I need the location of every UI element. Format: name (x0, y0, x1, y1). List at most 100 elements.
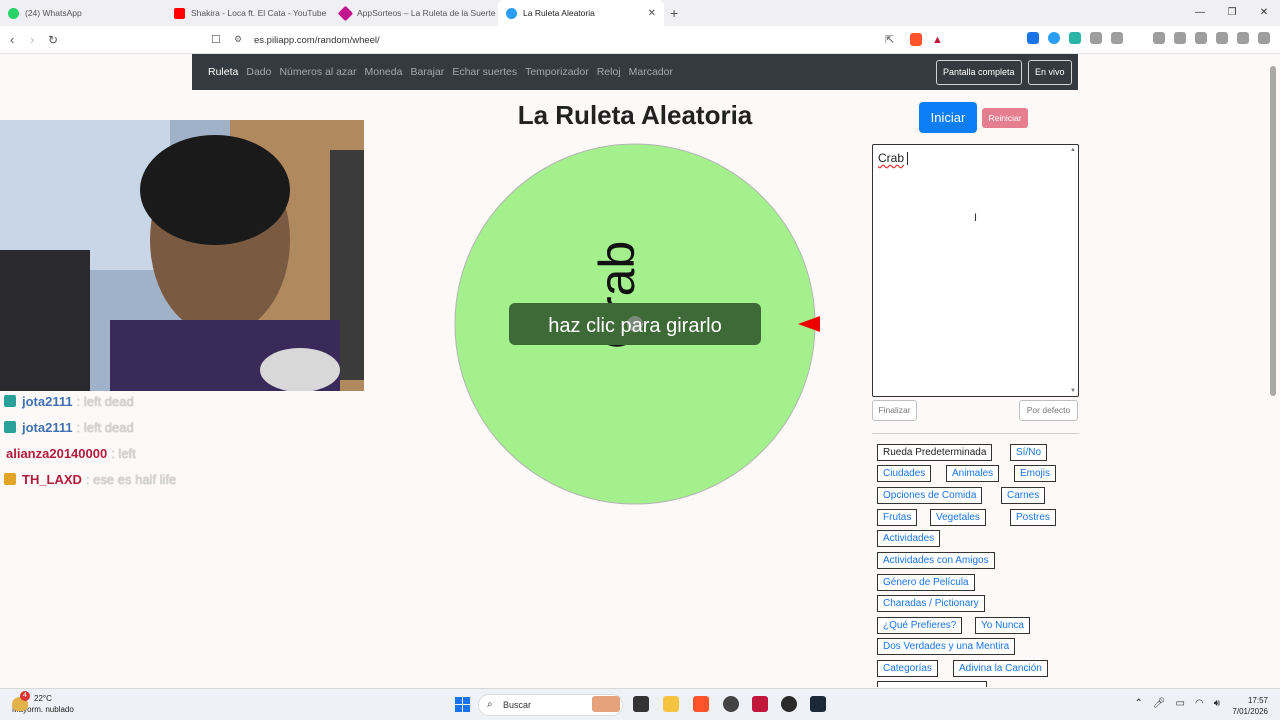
share-icon[interactable]: ⇱ (885, 32, 894, 48)
tab-youtube[interactable]: Shakira - Loca ft. El Cata - YouTube (166, 0, 332, 26)
preset-yo-nunca[interactable]: Yo Nunca (975, 617, 1030, 634)
display-icon[interactable]: ▭ (1176, 698, 1185, 709)
microphone-icon[interactable]: 🎤︎ (1153, 698, 1166, 709)
preset-actividades-con-amigos[interactable]: Actividades con Amigos (877, 552, 995, 569)
preset-si-no[interactable]: Sí/No (1010, 444, 1048, 461)
nav-temporizador[interactable]: Temporizador (525, 66, 589, 78)
forward-icon[interactable]: › (30, 32, 34, 48)
url-field[interactable]: ⚙ es.piliapp.com/random/wheel/ (232, 30, 952, 50)
extension-icon[interactable] (1027, 32, 1039, 44)
back-icon[interactable]: ‹ (10, 32, 14, 48)
nav-barajar[interactable]: Barajar (410, 66, 444, 78)
page-scrollbar[interactable] (1270, 58, 1276, 678)
tab-label: La Ruleta Aleatoria (523, 8, 595, 18)
close-tab-icon[interactable]: ✕ (648, 8, 656, 19)
start-button[interactable]: Iniciar (919, 102, 977, 133)
steam-icon[interactable] (810, 696, 826, 712)
divider (872, 433, 1079, 434)
preset-carnes[interactable]: Carnes (1001, 487, 1046, 504)
entry-text: Crab (878, 151, 905, 165)
wifi-icon[interactable]: ◠ (1195, 698, 1204, 709)
app-icon[interactable] (752, 696, 768, 712)
preset-opciones-de-comida[interactable]: Opciones de Comida (877, 487, 983, 504)
scroll-down-icon[interactable]: ▼ (1070, 388, 1076, 394)
chat-message: TH_LAXD : ese es half life (4, 466, 176, 492)
obs-icon[interactable] (723, 696, 739, 712)
default-button[interactable]: Por defecto (1019, 400, 1078, 421)
nav-moneda[interactable]: Moneda (365, 66, 403, 78)
menu-icon[interactable] (1258, 32, 1270, 44)
scrollbar-thumb[interactable] (1270, 66, 1276, 396)
webcam-image (0, 120, 364, 391)
ibeam-cursor-icon: I (974, 212, 978, 224)
wallet-icon[interactable] (1111, 32, 1123, 44)
brave-shield-icon[interactable] (910, 33, 922, 46)
rewards-icon[interactable]: ▲ (932, 32, 943, 48)
preset-dos-verdades[interactable]: Dos Verdades y una Mentira (877, 638, 1016, 655)
chat-message: alianza20140000 : left (4, 440, 176, 466)
vpn-icon[interactable] (1237, 32, 1249, 44)
preset-genero-de-pelicula[interactable]: Género de Película (877, 574, 975, 591)
chevron-up-icon[interactable]: ⌃ (1134, 698, 1142, 709)
preset-emojis[interactable]: Emojis (1014, 465, 1057, 482)
preset-charadas-pictionary[interactable]: Charadas / Pictionary (877, 595, 985, 612)
wheel[interactable]: Crab haz clic para girarlo (454, 143, 816, 505)
restore-icon[interactable]: ❐ (1216, 0, 1248, 26)
site-info-icon[interactable]: ⚙ (232, 34, 244, 46)
scroll-up-icon[interactable]: ▲ (1070, 147, 1076, 153)
tab-label: Shakira - Loca ft. El Cata - YouTube (191, 8, 327, 18)
preset-partial[interactable] (877, 681, 987, 687)
preset-animales[interactable]: Animales (946, 465, 1000, 482)
brave-icon[interactable] (693, 696, 709, 712)
site-navbar: Ruleta Dado Números al azar Moneda Baraj… (192, 54, 1078, 90)
finish-button[interactable]: Finalizar (872, 400, 917, 421)
reload-icon[interactable]: ↻ (48, 32, 58, 48)
music-icon[interactable] (1153, 32, 1165, 44)
entries-textarea[interactable]: Crab ▲ ▼ (872, 144, 1079, 397)
address-bar: ‹ › ↻ ☐ ⚙ es.piliapp.com/random/wheel/ ⇱… (0, 26, 1280, 54)
browser-tab-bar: (24) WhatsApp Shakira - Loca ft. El Cata… (0, 0, 1280, 26)
wallet-icon[interactable] (1195, 32, 1207, 44)
nav-dado[interactable]: Dado (246, 66, 271, 78)
reset-button[interactable]: Reiniciar (982, 108, 1028, 128)
new-tab-icon[interactable]: + (670, 5, 678, 21)
leo-icon[interactable] (1216, 32, 1228, 44)
preset-postres[interactable]: Postres (1010, 509, 1056, 526)
weather-widget[interactable]: 4 22°C Mayorm. nublado (12, 691, 74, 715)
preset-que-prefieres[interactable]: ¿Qué Prefieres? (877, 617, 963, 634)
preset-frutas[interactable]: Frutas (877, 509, 918, 526)
windows-start-icon[interactable] (455, 697, 470, 712)
chat-username: jota2111 (22, 393, 73, 409)
minimize-icon[interactable]: — (1184, 0, 1216, 26)
app-icon[interactable] (781, 696, 797, 712)
tab-appsorteos[interactable]: AppSorteos – La Ruleta de la Suerte (332, 0, 498, 26)
extension-icon[interactable] (1048, 32, 1060, 44)
nav-marcador[interactable]: Marcador (629, 66, 673, 78)
file-explorer-icon[interactable] (663, 696, 679, 712)
nav-echar-suertes[interactable]: Echar suertes (452, 66, 517, 78)
extension-icon[interactable] (1069, 32, 1081, 44)
wheel-svg[interactable]: Crab haz clic para girarlo (454, 143, 816, 505)
preset-categorias[interactable]: Categorías (877, 660, 938, 677)
nav-reloj[interactable]: Reloj (597, 66, 621, 78)
preset-vegetales[interactable]: Vegetales (930, 509, 986, 526)
search-icon: ⌕ (487, 699, 493, 710)
task-view-icon[interactable] (633, 696, 649, 712)
nav-numeros[interactable]: Números al azar (279, 66, 356, 78)
clock[interactable]: 17:57 7/01/2026 (1232, 695, 1268, 717)
preset-actividades[interactable]: Actividades (877, 530, 941, 547)
chat-badge-icon (4, 421, 16, 433)
sidebar-icon[interactable] (1174, 32, 1186, 44)
preset-rueda-predeterminada[interactable]: Rueda Predeterminada (877, 444, 993, 461)
fullscreen-button[interactable]: Pantalla completa (936, 60, 1022, 85)
nav-ruleta[interactable]: Ruleta (208, 66, 238, 78)
live-button[interactable]: En vivo (1028, 60, 1072, 85)
tab-whatsapp[interactable]: (24) WhatsApp (0, 0, 166, 26)
preset-adivina-la-cancion[interactable]: Adivina la Canción (953, 660, 1048, 677)
volume-icon[interactable]: 🔊︎ (1214, 698, 1220, 709)
close-window-icon[interactable]: ✕ (1248, 0, 1280, 26)
bookmark-icon[interactable]: ☐ (211, 32, 221, 48)
puzzle-icon[interactable] (1090, 32, 1102, 44)
tab-ruleta[interactable]: La Ruleta Aleatoria ✕ (498, 0, 664, 26)
preset-ciudades[interactable]: Ciudades (877, 465, 932, 482)
